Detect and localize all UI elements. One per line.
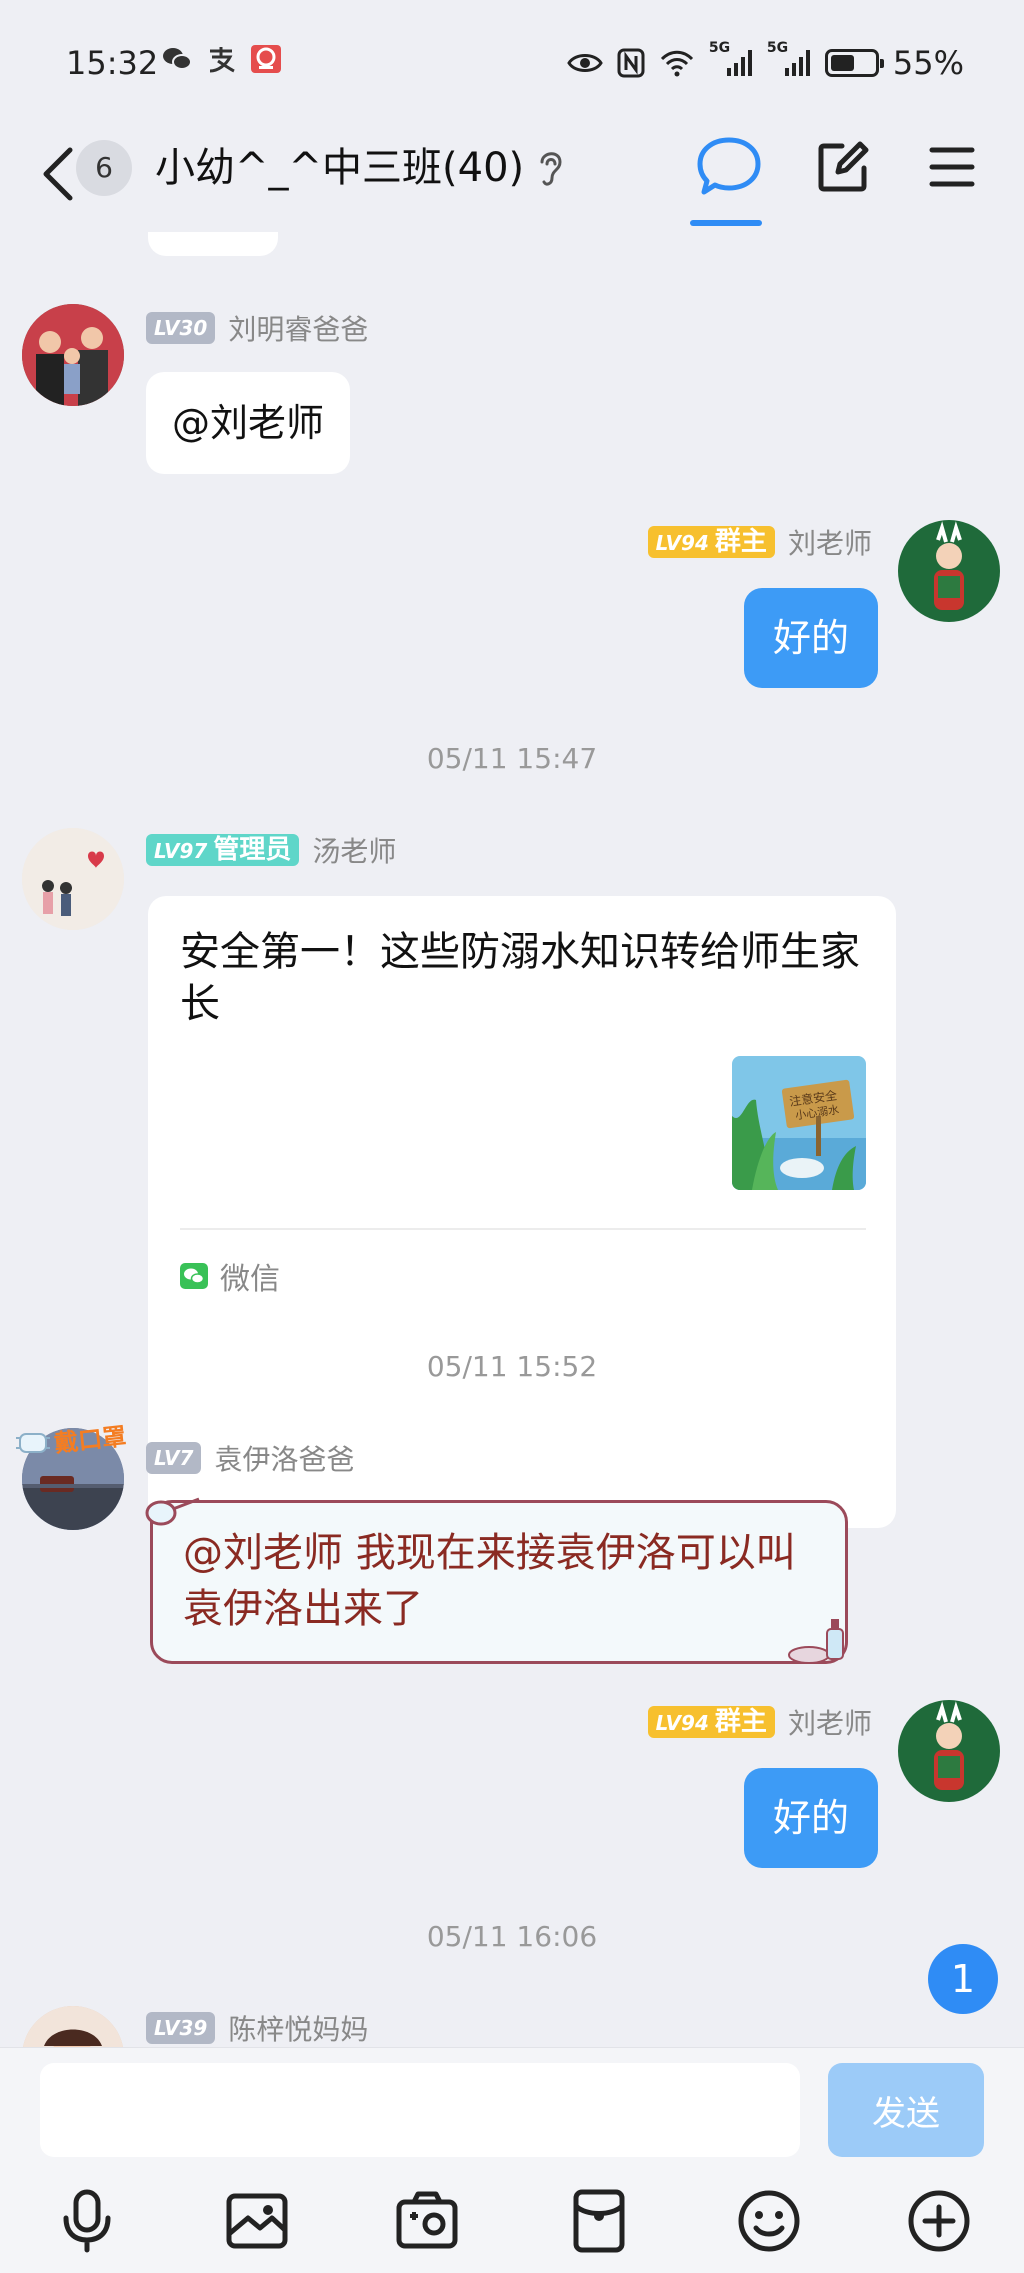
source-label: 微信	[220, 1262, 280, 1297]
new-message-badge[interactable]: 1	[928, 1944, 998, 2014]
level-badge: LV94 群主	[647, 526, 775, 558]
timestamp: 05/11 15:52	[426, 1350, 598, 1383]
battery-percent: 55%	[892, 44, 964, 82]
chat-message-list[interactable]: LV30 刘明睿爸爸 @刘老师 LV94 群主 刘老师 好的 05/11 15:4…	[0, 232, 1024, 2047]
article-source: 微信	[180, 1254, 280, 1298]
sender-name[interactable]: 刘老师	[788, 1707, 872, 1740]
mic-icon[interactable]	[54, 2188, 120, 2254]
role-text: 管理员	[213, 835, 292, 865]
plus-icon[interactable]	[906, 2188, 972, 2254]
message-bubble[interactable]: 好的	[744, 1768, 878, 1868]
sender-name[interactable]: 汤老师	[312, 835, 396, 868]
status-app-icons	[162, 44, 282, 74]
message-bubble[interactable]: @刘老师 我现在来接袁伊洛可以叫袁伊洛出来了	[145, 1497, 848, 1664]
nfc-icon	[617, 48, 645, 78]
message-input[interactable]	[40, 2063, 800, 2157]
back-icon[interactable]	[38, 144, 78, 204]
soap-bottle-icon	[788, 1619, 844, 1664]
timestamp: 05/11 16:06	[426, 1920, 598, 1953]
app-icon	[251, 45, 281, 73]
level-text: LV97	[154, 839, 208, 863]
camera-icon[interactable]	[394, 2188, 460, 2254]
alipay-icon	[209, 47, 235, 73]
active-tab-indicator	[690, 220, 762, 226]
message-meta: LV94 群主 刘老师	[647, 1702, 872, 1742]
avatar[interactable]	[898, 1700, 1000, 1802]
chat-tab-icon[interactable]	[696, 136, 762, 196]
message-meta: LV7 袁伊洛爸爸	[146, 1438, 355, 1478]
status-bar: 15:32 5G 5G 55%	[0, 0, 1024, 120]
level-badge: LV30	[146, 312, 216, 344]
battery-level	[830, 55, 854, 71]
shared-article-card[interactable]: 安全第一！这些防溺水知识转给师生家长 注意安全 小心溺水 微信	[148, 896, 896, 1528]
avatar[interactable]	[22, 828, 124, 930]
message-bubble[interactable]: @刘老师	[146, 372, 351, 474]
status-right: 5G 5G 55%	[567, 40, 964, 82]
wechat-icon	[180, 1263, 208, 1289]
emoji-icon[interactable]	[736, 2188, 802, 2254]
wifi-icon	[660, 50, 693, 77]
level-badge: LV97 管理员	[146, 834, 300, 866]
level-text: LV94	[655, 531, 709, 555]
message-meta: LV97 管理员 汤老师	[146, 830, 396, 870]
card-divider	[180, 1228, 866, 1230]
timestamp: 05/11 15:47	[426, 742, 598, 775]
message-text: @刘老师 我现在来接袁伊洛可以叫袁伊洛出来了	[183, 1530, 796, 1632]
sender-name[interactable]: 袁伊洛爸爸	[214, 1443, 354, 1476]
avatar[interactable]	[22, 2006, 124, 2047]
level-badge: LV94 群主	[647, 1706, 775, 1738]
sender-name[interactable]: 陈梓悦妈妈	[228, 2013, 368, 2046]
avatar-pendant-tag: 戴口罩	[52, 1422, 128, 1458]
level-badge: LV39	[146, 2012, 216, 2044]
battery-icon	[824, 49, 884, 77]
ear-icon[interactable]	[536, 148, 564, 188]
unread-count-badge[interactable]: 6	[76, 140, 132, 196]
message-meta: LV39 陈梓悦妈妈	[146, 2008, 368, 2047]
message-meta: LV30 刘明睿爸爸	[146, 308, 368, 348]
sender-name[interactable]: 刘老师	[788, 527, 872, 560]
face-mask-icon	[16, 1433, 50, 1453]
message-meta: LV94 群主 刘老师	[647, 522, 872, 562]
role-text: 群主	[714, 527, 767, 557]
level-text: LV94	[655, 1711, 709, 1735]
image-icon[interactable]	[224, 2188, 290, 2254]
sender-name[interactable]: 刘明睿爸爸	[228, 313, 368, 346]
wechat-icon	[163, 48, 192, 70]
menu-icon[interactable]	[928, 145, 976, 189]
edit-icon[interactable]	[816, 140, 870, 194]
previous-message-bubble[interactable]	[148, 232, 278, 256]
5g-signal-icon: 5G	[709, 40, 753, 78]
red-packet-icon[interactable]	[566, 2188, 632, 2254]
status-time: 15:32	[66, 44, 159, 82]
article-title: 安全第一！这些防溺水知识转给师生家长	[180, 929, 860, 1027]
message-bubble[interactable]: 好的	[744, 588, 878, 688]
send-button[interactable]: 发送	[828, 2063, 984, 2157]
article-thumbnail: 注意安全 小心溺水	[732, 1056, 866, 1190]
chat-title[interactable]: 小幼^_^中三班(40)	[155, 140, 524, 196]
avatar[interactable]	[898, 520, 1000, 622]
avatar[interactable]	[22, 304, 124, 406]
5g-signal-icon: 5G	[767, 40, 811, 78]
level-badge: LV7	[146, 1442, 202, 1474]
eye-icon	[567, 54, 603, 72]
goggles-icon	[145, 1497, 200, 1526]
role-text: 群主	[714, 1707, 767, 1737]
